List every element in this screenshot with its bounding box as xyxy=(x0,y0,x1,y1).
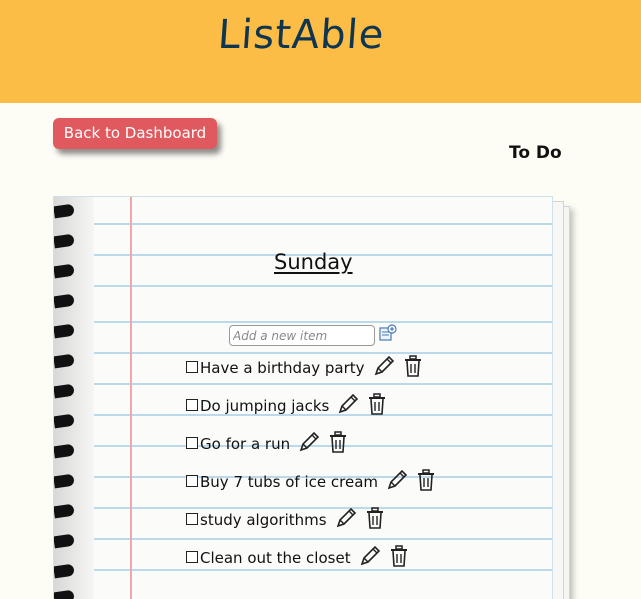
spiral-ring xyxy=(54,323,75,339)
spiral-ring xyxy=(54,233,75,249)
pencil-icon[interactable] xyxy=(337,393,359,415)
item-text: study algorithms xyxy=(200,511,327,529)
pencil-icon[interactable] xyxy=(386,469,408,491)
todo-item: Have a birthday party xyxy=(186,355,423,377)
spiral-ring xyxy=(54,353,75,369)
todo-item: Buy 7 tubs of ice cream xyxy=(186,469,436,491)
new-item-input[interactable] xyxy=(229,325,375,346)
margin-line xyxy=(130,197,132,599)
todo-item: Clean out the closet xyxy=(186,545,409,567)
section-label: To Do xyxy=(509,143,562,163)
spiral-ring xyxy=(54,473,75,489)
spiral-ring xyxy=(54,263,75,279)
todo-item: study algorithms xyxy=(186,507,385,529)
trash-icon[interactable] xyxy=(328,431,348,453)
spiral-ring xyxy=(54,203,75,219)
spiral-ring xyxy=(54,293,75,309)
pencil-icon[interactable] xyxy=(335,507,357,529)
item-text: Go for a run xyxy=(200,435,291,453)
spiral-ring xyxy=(54,383,75,399)
trash-icon[interactable] xyxy=(365,507,385,529)
trash-icon[interactable] xyxy=(389,545,409,567)
pencil-icon[interactable] xyxy=(298,431,320,453)
todo-item: Go for a run xyxy=(186,431,348,453)
spiral-ring xyxy=(54,443,75,459)
item-text: Do jumping jacks xyxy=(200,397,330,415)
item-checkbox[interactable] xyxy=(186,399,198,411)
pencil-icon[interactable] xyxy=(359,545,381,567)
trash-icon[interactable] xyxy=(367,393,387,415)
todo-item: Do jumping jacks xyxy=(186,393,387,415)
notebook-page: Sunday Have a birthday party Do jumping … xyxy=(53,196,553,599)
add-note-icon[interactable] xyxy=(379,324,397,342)
item-text: Buy 7 tubs of ice cream xyxy=(200,473,379,491)
item-checkbox[interactable] xyxy=(186,513,198,525)
pencil-icon[interactable] xyxy=(373,355,395,377)
trash-icon[interactable] xyxy=(403,355,423,377)
trash-icon[interactable] xyxy=(416,469,436,491)
app-header: ListAble xyxy=(0,0,641,103)
brand-logo[interactable]: ListAble xyxy=(216,12,386,58)
spiral-ring xyxy=(54,563,75,579)
item-text: Have a birthday party xyxy=(200,359,365,377)
day-title: Sunday xyxy=(274,250,353,274)
item-checkbox[interactable] xyxy=(186,361,198,373)
spiral-ring xyxy=(54,413,75,429)
item-checkbox[interactable] xyxy=(186,437,198,449)
spiral-ring xyxy=(54,589,75,599)
spiral-ring xyxy=(54,533,75,549)
item-checkbox[interactable] xyxy=(186,551,198,563)
back-to-dashboard-button[interactable]: Back to Dashboard xyxy=(53,118,217,149)
item-checkbox[interactable] xyxy=(186,475,198,487)
spiral-ring xyxy=(54,503,75,519)
item-text: Clean out the closet xyxy=(200,549,351,567)
